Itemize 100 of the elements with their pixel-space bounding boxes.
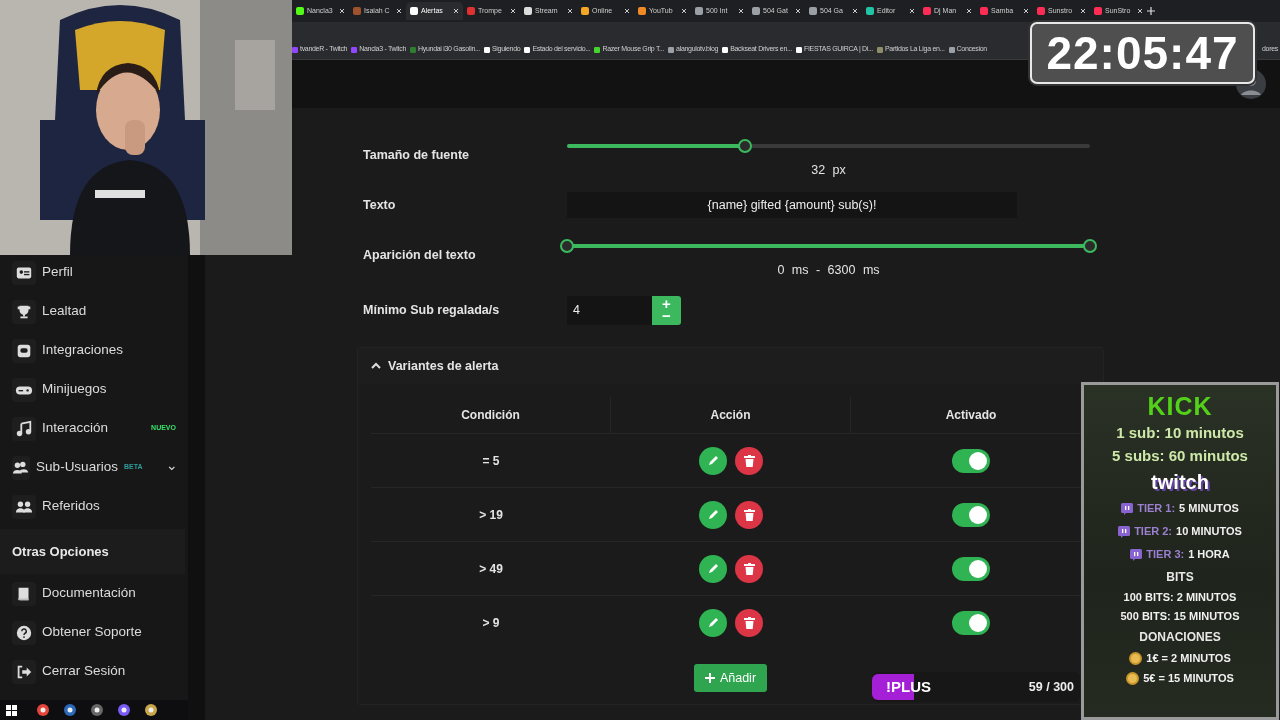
site-icon: [467, 7, 475, 15]
pencil-icon: [707, 454, 719, 467]
site-icon: [923, 7, 931, 15]
tier-label: TIER 3:: [1146, 547, 1185, 563]
start-icon[interactable]: [6, 704, 17, 716]
site-icon: [638, 7, 646, 15]
close-icon[interactable]: [966, 8, 972, 14]
delete-button[interactable]: [735, 500, 763, 529]
trash-icon: [743, 454, 755, 467]
text-field[interactable]: {name} gifted {amount} sub(s)!: [567, 192, 1017, 218]
site-icon: [668, 46, 675, 53]
sidebar-item[interactable]: Obtener Soporte: [0, 613, 188, 652]
reward-text: 500 BITS: 15 MINUTOS: [1120, 609, 1240, 624]
sidebar-item[interactable]: Minijuegos: [0, 370, 188, 409]
site-icon: [722, 46, 729, 53]
reward-text: 1 sub: 10 minutos: [1116, 423, 1244, 443]
sidebar-item[interactable]: Documentación: [0, 574, 188, 613]
site-icon: [410, 46, 417, 53]
logo: twitch: [1151, 470, 1209, 495]
trash-icon: [743, 616, 755, 629]
site-icon: [980, 7, 988, 15]
app-icon[interactable]: [144, 703, 158, 717]
help-icon: [15, 623, 33, 642]
site-icon: [292, 46, 298, 53]
close-icon[interactable]: [339, 8, 345, 14]
close-icon[interactable]: [567, 8, 573, 14]
close-icon[interactable]: [1080, 8, 1086, 14]
site-icon: [1094, 7, 1102, 15]
site-icon: [796, 46, 802, 53]
close-icon[interactable]: [909, 8, 915, 14]
sidebar-item[interactable]: Cerrar Sesión: [0, 652, 188, 691]
toggle-switch[interactable]: [952, 556, 990, 581]
site-icon: [866, 7, 874, 15]
column-header: Activado: [944, 407, 998, 424]
site-icon: [581, 7, 589, 15]
toggle-switch[interactable]: [952, 448, 990, 473]
section-title: DONACIONES: [1139, 629, 1221, 646]
close-icon[interactable]: [852, 8, 858, 14]
reward-text: 5 subs: 60 minutos: [1112, 446, 1248, 466]
site-icon: [296, 7, 304, 15]
delete-button[interactable]: [735, 446, 763, 475]
new-tab-icon[interactable]: [1147, 7, 1155, 15]
site-icon: [594, 46, 601, 53]
slider-thumb[interactable]: [737, 139, 752, 154]
condition-cell-text: = 5: [481, 452, 501, 470]
sidebar-item[interactable]: Perfil: [0, 253, 188, 292]
sidebar-item[interactable]: Lealtad: [0, 292, 188, 331]
edit-button[interactable]: [699, 500, 727, 529]
close-icon[interactable]: [681, 8, 687, 14]
field-label: Tamaño de fuente: [362, 146, 471, 164]
coin-icon: [1126, 671, 1140, 685]
site-icon: [524, 7, 532, 15]
plus-icon: [704, 673, 715, 683]
site-icon: [809, 7, 817, 15]
field-label: Aparición del texto: [362, 246, 477, 264]
app-icon[interactable]: [63, 703, 77, 717]
app-icon[interactable]: [117, 703, 131, 717]
slider-track[interactable]: [560, 239, 1097, 254]
close-icon[interactable]: [510, 8, 516, 14]
close-icon[interactable]: [1023, 8, 1029, 14]
sidebar-item[interactable]: Referidos: [0, 487, 188, 526]
close-icon[interactable]: [624, 8, 630, 14]
reward-text: 1€ = 2 MINUTOS: [1146, 650, 1231, 666]
site-icon: [877, 46, 883, 53]
site-icon: [752, 7, 760, 15]
toggle-switch[interactable]: [952, 610, 990, 635]
close-icon[interactable]: [795, 8, 801, 14]
condition-cell-text: > 19: [478, 506, 504, 524]
section-heading: Otras Opciones: [0, 529, 185, 574]
site-icon: [948, 46, 955, 53]
sidebar-item[interactable]: Integraciones: [0, 331, 188, 370]
slider-thumb[interactable]: [560, 239, 574, 254]
number-field[interactable]: 4: [567, 295, 652, 325]
tier-label: TIER 1:: [1137, 501, 1176, 517]
close-icon[interactable]: [738, 8, 744, 14]
edit-button[interactable]: [699, 554, 727, 583]
app-icon[interactable]: [90, 703, 104, 717]
field-label: Texto: [362, 196, 397, 214]
trash-icon: [743, 562, 755, 575]
delete-button[interactable]: [735, 608, 763, 637]
slider-value: 0 ms - 6300 ms: [776, 262, 881, 280]
pencil-icon: [707, 508, 719, 521]
goal-count: 59 / 300: [1028, 678, 1074, 696]
edit-button[interactable]: [699, 608, 727, 637]
tier-label: TIER 2:: [1134, 524, 1173, 540]
edit-button[interactable]: [699, 446, 727, 475]
reward-text: 5 MINUTOS: [1179, 501, 1239, 517]
pencil-icon: [707, 616, 719, 629]
close-icon[interactable]: [453, 8, 459, 14]
slider-thumb[interactable]: [1083, 239, 1097, 254]
app-icon[interactable]: [36, 703, 50, 717]
close-icon[interactable]: [396, 8, 402, 14]
reward-text: 1 HORA: [1188, 547, 1230, 563]
column-header: Acción: [611, 397, 851, 433]
delete-button[interactable]: [735, 554, 763, 583]
music-note-icon: [15, 419, 33, 438]
column-header: Condición: [371, 397, 611, 433]
condition-cell-text: > 9: [481, 614, 501, 632]
close-icon[interactable]: [1137, 8, 1143, 14]
toggle-switch[interactable]: [952, 502, 990, 527]
